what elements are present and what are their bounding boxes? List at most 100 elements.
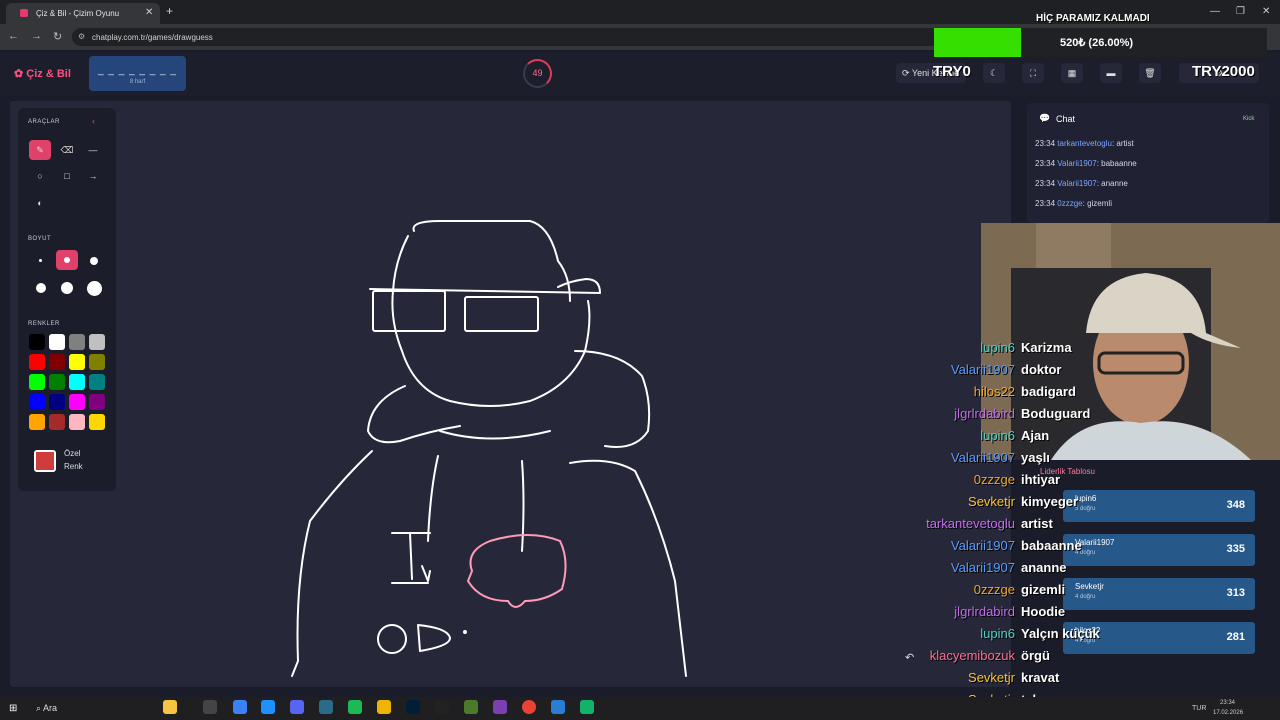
app-icon-2[interactable] (261, 700, 275, 714)
color-swatch[interactable] (49, 334, 65, 350)
browser-tab[interactable]: Çiz & Bil - Çizim Oyunu (6, 3, 160, 24)
chrome-icon[interactable] (522, 700, 536, 714)
color-swatch[interactable] (49, 394, 65, 410)
color-swatch[interactable] (69, 374, 85, 390)
reload-icon[interactable]: ↻ (53, 30, 62, 43)
overlay-chat-text: Ajan (1021, 428, 1050, 443)
collapse-panel-icon[interactable]: ‹ (92, 116, 95, 126)
app-icon-6[interactable] (551, 700, 565, 714)
color-swatch[interactable] (69, 394, 85, 410)
chat-time: 23:34 (1035, 179, 1056, 188)
app-icon-5[interactable] (493, 700, 507, 714)
color-swatch[interactable] (49, 374, 65, 390)
fullscreen-icon[interactable]: ⛶ (1022, 63, 1044, 83)
minecraft-icon[interactable] (464, 700, 478, 714)
forward-icon[interactable]: → (31, 30, 42, 42)
app-header (0, 52, 1280, 96)
trash-icon[interactable]: 🗑 (1139, 63, 1161, 83)
spotify-icon[interactable] (348, 700, 362, 714)
line-tool-icon[interactable]: — (82, 140, 104, 160)
overlay-chat-text: gizemli (1021, 582, 1066, 597)
start-icon[interactable]: ⊞ (9, 703, 17, 714)
minimize-icon[interactable]: — (1210, 6, 1220, 17)
overlay-chat-text: ihtiyar (1021, 472, 1061, 487)
clear-icon[interactable]: ▬ (1100, 63, 1122, 83)
folder-icon[interactable] (377, 700, 391, 714)
chat-user[interactable]: Valarii1907 (1057, 159, 1096, 168)
clock-date[interactable]: 17.02.2026 (1213, 710, 1243, 716)
chat-user[interactable]: Valarii1907 (1057, 179, 1096, 188)
leaderboard-name: Sevketjr (1075, 582, 1104, 591)
color-swatch[interactable] (89, 414, 105, 430)
keyboard-icon[interactable]: ▦ (1061, 63, 1083, 83)
app-icon-1[interactable] (233, 700, 247, 714)
taskbar-search[interactable]: ⌕ Ara (36, 703, 57, 714)
size-option-5[interactable] (61, 282, 73, 294)
app-icon-7[interactable] (580, 700, 594, 714)
chat-message: 23:34 Valarii1907: ananne (1035, 179, 1128, 188)
color-swatch[interactable] (49, 354, 65, 370)
back-icon[interactable]: ← (8, 30, 19, 42)
color-swatch[interactable] (69, 334, 85, 350)
brush-tool-icon[interactable]: ✎ (29, 140, 51, 160)
chat-text: : ananne (1096, 179, 1128, 188)
overlay-chat-user: hilos22 (973, 384, 1015, 399)
custom-color-swatch[interactable] (34, 450, 56, 472)
copilot-icon[interactable] (163, 700, 177, 714)
color-swatch[interactable] (29, 334, 45, 350)
clock-time[interactable]: 23:34 (1220, 700, 1235, 706)
chat-user[interactable]: tarkantevetoglu (1057, 139, 1112, 148)
app-logo[interactable]: ✿ Çiz & Bil (14, 67, 71, 80)
circle-tool-icon[interactable]: ○ (29, 166, 51, 186)
color-swatch[interactable] (69, 414, 85, 430)
color-swatch[interactable] (89, 334, 105, 350)
app-icon-3[interactable] (319, 700, 333, 714)
leaderboard-name: lupin6 (1075, 494, 1097, 503)
leaderboard-points: 313 (1226, 587, 1245, 599)
color-swatch[interactable] (89, 374, 105, 390)
color-swatch[interactable] (49, 414, 65, 430)
color-swatch[interactable] (89, 394, 105, 410)
leaderboard-sub: 4 doğru (1075, 594, 1096, 600)
color-swatch[interactable] (29, 374, 45, 390)
color-swatch[interactable] (29, 394, 45, 410)
size-option-3[interactable] (90, 257, 98, 265)
site-info-icon[interactable]: ⚙ (78, 32, 85, 41)
undo-icon[interactable]: ↶ (905, 651, 914, 664)
color-swatch[interactable] (69, 354, 85, 370)
leaderboard-row: Valarii1907 4 doğru 335 (1063, 534, 1255, 566)
color-swatch[interactable] (89, 354, 105, 370)
rectangle-tool-icon[interactable]: □ (56, 166, 78, 186)
app-icon-4[interactable] (435, 700, 449, 714)
eraser-tool-icon[interactable]: ⌫ (56, 140, 78, 160)
color-swatch[interactable] (29, 414, 45, 430)
kick-badge[interactable]: Kick (1243, 116, 1254, 122)
size-option-6[interactable] (87, 281, 102, 296)
tab-close-icon[interactable]: ✕ (145, 7, 153, 18)
tab-title: Çiz & Bil - Çizim Oyunu (36, 9, 120, 18)
new-tab-button[interactable]: + (166, 4, 173, 18)
taskbar (0, 697, 1280, 720)
drawing-canvas[interactable] (10, 101, 1011, 687)
size-option-4[interactable] (36, 283, 46, 293)
task-view-icon[interactable] (203, 700, 217, 714)
overlay-chat-user: Valarii1907 (950, 560, 1015, 575)
size-option-2[interactable] (56, 250, 78, 270)
photoshop-icon[interactable] (406, 700, 420, 714)
arrow-tool-icon[interactable]: → (82, 166, 104, 186)
color-swatch[interactable] (29, 354, 45, 370)
tools-panel: ARAÇLAR ‹ ✎ ⌫ — ○ □ → ◐ BOYUT RENKLER Öz… (18, 108, 116, 491)
chat-time: 23:34 (1035, 159, 1056, 168)
chat-text: : gizemli (1082, 199, 1112, 208)
size-option-1[interactable] (39, 259, 42, 262)
url-input[interactable]: chatplay.com.tr/games/drawguess (72, 28, 942, 46)
size-label: BOYUT (28, 236, 52, 242)
dark-mode-icon[interactable]: ☾ (983, 63, 1005, 83)
language-indicator[interactable]: TUR (1192, 705, 1206, 712)
maximize-icon[interactable]: ❐ (1236, 6, 1245, 17)
taskbar-search-label: Ara (43, 703, 58, 713)
fill-tool-icon[interactable]: ◐ (29, 193, 51, 213)
chat-user[interactable]: 0zzzge (1057, 199, 1082, 208)
window-close-icon[interactable]: ✕ (1262, 6, 1270, 17)
discord-icon[interactable] (290, 700, 304, 714)
